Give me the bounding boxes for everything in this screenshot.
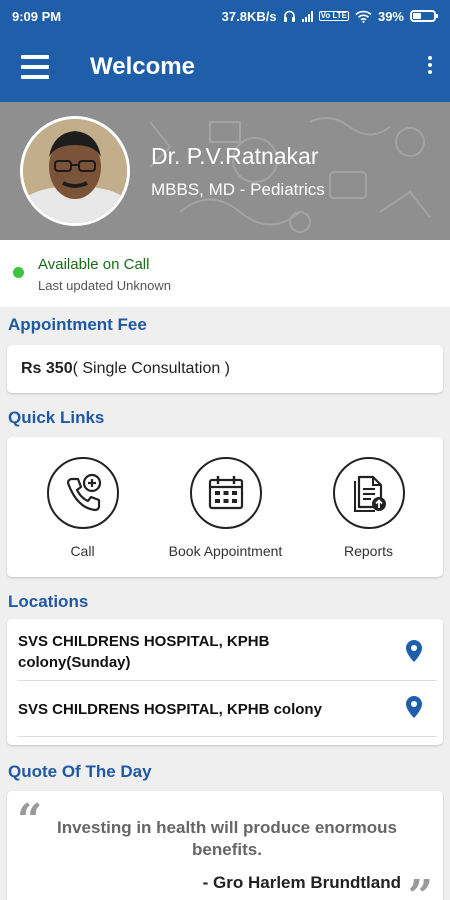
section-title-locations: Locations (8, 592, 89, 611)
more-vertical-icon[interactable] (428, 56, 432, 74)
headset-icon (283, 10, 295, 22)
document-upload-icon (353, 475, 386, 512)
status-time: 9:09 PM (12, 8, 62, 24)
section-title-fee: Appointment Fee (8, 315, 147, 334)
location-item[interactable]: SVS CHILDRENS HOSPITAL, KPHB colony(Sund… (7, 619, 443, 679)
quote-text: Investing in health will produce enormou… (56, 818, 398, 859)
signal-icon (301, 10, 313, 22)
network-speed: 37.8KB/s (221, 8, 277, 24)
wifi-icon (355, 10, 372, 23)
doctor-name: Dr. P.V.Ratnakar (151, 143, 319, 169)
availability-status: Available on Call (38, 256, 150, 273)
doctor-qualification: MBBS, MD - Pediatrics (151, 180, 325, 199)
location-name: SVS CHILDRENS HOSPITAL, KPHB colony(Sund… (18, 633, 270, 671)
calendar-icon (208, 476, 243, 510)
calendar-circle (189, 457, 262, 529)
phone-plus-icon (66, 473, 101, 512)
battery-percent: 39% (377, 8, 404, 24)
quick-link-call[interactable]: Call (10, 437, 155, 577)
availability-updated: Last updated Unknown (38, 278, 171, 293)
divider (17, 736, 437, 737)
profile-banner (0, 102, 450, 240)
call-circle (46, 457, 119, 529)
close-quote-icon: ” (407, 871, 433, 900)
battery-icon (410, 10, 438, 22)
locations-card: SVS CHILDRENS HOSPITAL, KPHB colony(Sund… (7, 619, 443, 745)
hamburger-menu-icon[interactable] (0, 32, 70, 102)
section-title-quick-links: Quick Links (8, 408, 105, 427)
avatar[interactable] (20, 116, 130, 226)
status-bar: 9:09 PM 37.8KB/s Vo LTE 39% (0, 0, 450, 32)
quick-link-label: Book Appointment (168, 543, 283, 559)
volte-badge: Vo LTE (318, 11, 349, 21)
availability-status-dot (13, 267, 24, 278)
map-pin-icon[interactable] (405, 639, 423, 663)
quick-link-label: Call (70, 543, 95, 559)
location-item[interactable]: SVS CHILDRENS HOSPITAL, KPHB colony (7, 681, 443, 737)
reports-circle (332, 457, 405, 529)
availability-panel (0, 240, 450, 307)
quick-link-reports[interactable]: Reports (296, 437, 441, 577)
quick-link-book-appointment[interactable]: Book Appointment (153, 437, 298, 577)
quote-card: “ Investing in health will produce enorm… (7, 791, 443, 900)
fee-note: ( Single Consultation ) (72, 360, 231, 377)
quote-author: - Gro Harlem Brundtland (202, 873, 401, 892)
location-name: SVS CHILDRENS HOSPITAL, KPHB colony (18, 701, 322, 718)
fee-text: Rs 350( Single Consultation ) (21, 360, 230, 378)
map-pin-icon[interactable] (405, 695, 423, 719)
quick-link-label: Reports (343, 543, 394, 559)
app-bar: Welcome (0, 32, 450, 102)
fee-amount: Rs 350 (21, 360, 73, 377)
doctor-photo (23, 119, 127, 223)
fee-card: Rs 350( Single Consultation ) (7, 345, 443, 393)
status-indicators: 37.8KB/s Vo LTE 39% (221, 8, 438, 24)
section-title-quote: Quote Of The Day (8, 762, 152, 781)
quick-links-card: Call Book Appointment Reports (7, 437, 443, 577)
page-title: Welcome (90, 53, 195, 80)
